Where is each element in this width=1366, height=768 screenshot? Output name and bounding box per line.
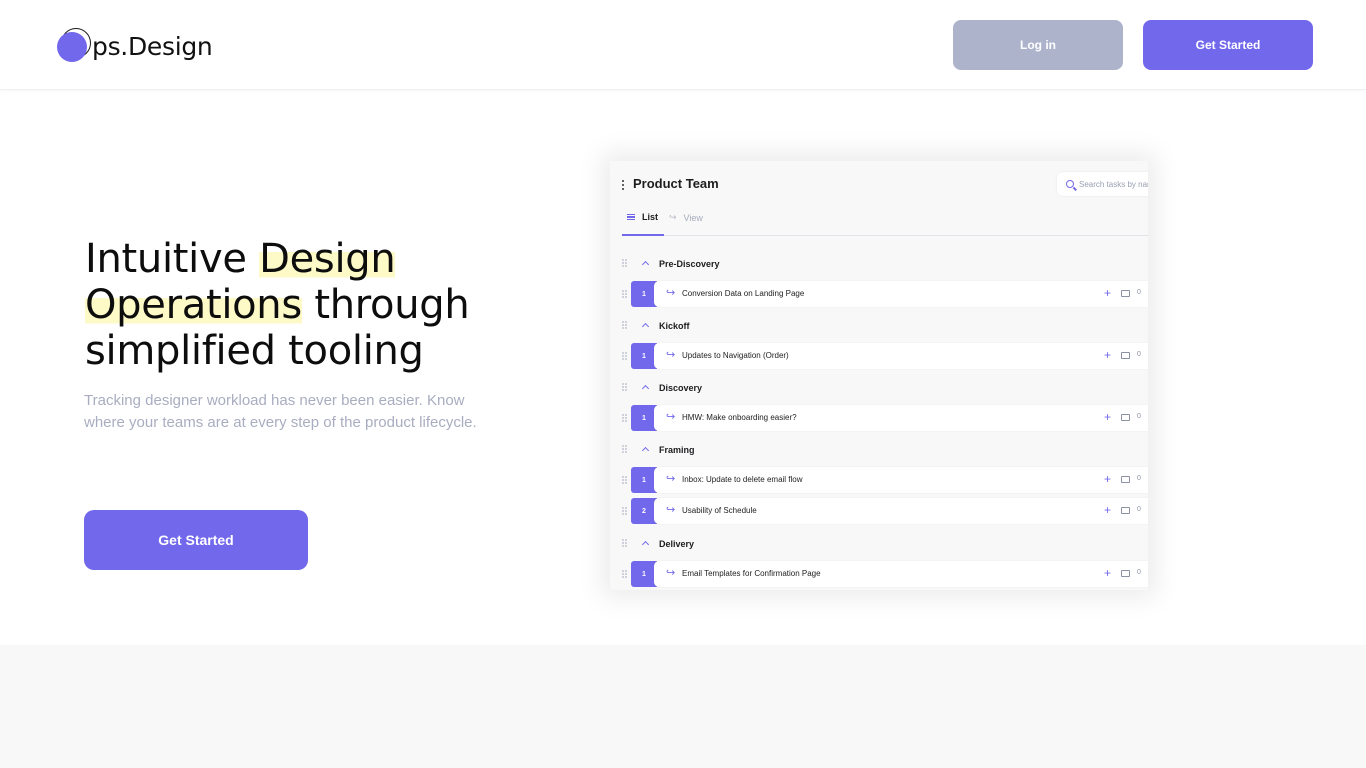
plus-icon: + bbox=[1104, 566, 1112, 580]
comment-icon bbox=[1121, 414, 1130, 421]
task-name: Conversion Data on Landing Page bbox=[682, 289, 805, 298]
logo-mark-icon bbox=[57, 28, 93, 64]
site-header: ps.Design Log in Get Started bbox=[0, 0, 1366, 90]
chevron-up-icon bbox=[641, 384, 650, 393]
preview-search-placeholder: Search tasks by name bbox=[1079, 179, 1148, 189]
task-row: 1 ↪ Updates to Navigation (Order) + 0 bbox=[631, 343, 1148, 369]
redirect-arrow-icon: ↪ bbox=[666, 567, 676, 579]
task-name: HMW: Make onboarding easier? bbox=[682, 413, 797, 422]
app-preview: Product Team Search tasks by name List ↪… bbox=[610, 161, 1148, 590]
comment-icon bbox=[1121, 290, 1130, 297]
task-row: 2 ↪ Usability of Schedule + 0 bbox=[631, 498, 1148, 524]
hero-title-part2: through bbox=[301, 282, 470, 328]
comment-count: 0 bbox=[1137, 569, 1141, 576]
drag-handle-icon bbox=[622, 259, 628, 267]
view-icon: ↪ bbox=[669, 212, 677, 222]
plus-icon: + bbox=[1104, 286, 1112, 300]
login-button[interactable]: Log in bbox=[953, 20, 1123, 70]
comment-icon bbox=[1121, 570, 1130, 577]
hero-title: Intuitive Design Operations through simpli… bbox=[85, 236, 565, 374]
chevron-up-icon bbox=[641, 322, 650, 331]
group-label: Framing bbox=[659, 445, 695, 455]
header-get-started-button[interactable]: Get Started bbox=[1143, 20, 1313, 70]
drag-handle-icon bbox=[622, 445, 628, 453]
task-card: ↪ Inbox: Update to delete email flow + 0 bbox=[654, 467, 1148, 493]
preview-tab-view: ↪ View bbox=[669, 212, 703, 223]
comment-count: 0 bbox=[1137, 351, 1141, 358]
redirect-arrow-icon: ↪ bbox=[666, 504, 676, 516]
drag-handle-icon bbox=[622, 476, 628, 484]
list-icon bbox=[627, 214, 635, 220]
logo-text: ps.Design bbox=[92, 31, 213, 61]
hero-title-part1: Intuitive bbox=[85, 236, 260, 282]
task-name: Inbox: Update to delete email flow bbox=[682, 475, 803, 484]
task-name: Updates to Navigation (Order) bbox=[682, 351, 789, 360]
comment-icon bbox=[1121, 352, 1130, 359]
drag-handle-icon bbox=[622, 414, 628, 422]
comment-icon bbox=[1121, 507, 1130, 514]
preview-team-title: Product Team bbox=[633, 176, 719, 191]
redirect-arrow-icon: ↪ bbox=[666, 287, 676, 299]
task-card: ↪ Usability of Schedule + 0 bbox=[654, 498, 1148, 524]
preview-tabs: List ↪ View bbox=[622, 206, 1148, 236]
comment-count: 0 bbox=[1137, 413, 1141, 420]
hero-title-part3: simplified tooling bbox=[85, 328, 424, 374]
group-label: Pre-Discovery bbox=[659, 259, 720, 269]
task-name: Usability of Schedule bbox=[682, 506, 757, 515]
task-card: ↪ Conversion Data on Landing Page + 0 bbox=[654, 281, 1148, 307]
chevron-up-icon bbox=[641, 260, 650, 269]
comment-count: 0 bbox=[1137, 289, 1141, 296]
drag-handle-icon bbox=[622, 321, 628, 329]
search-icon bbox=[1066, 180, 1074, 188]
hero-get-started-button[interactable]: Get Started bbox=[84, 510, 308, 570]
task-row: 1 ↪ Email Templates for Confirmation Pag… bbox=[631, 561, 1148, 587]
chevron-up-icon bbox=[641, 446, 650, 455]
drag-handle-icon bbox=[622, 507, 628, 515]
logo[interactable]: ps.Design bbox=[57, 28, 213, 64]
plus-icon: + bbox=[1104, 503, 1112, 517]
chevron-up-icon bbox=[641, 540, 650, 549]
drag-handle-icon bbox=[622, 539, 628, 547]
preview-tab-view-label: View bbox=[683, 212, 703, 223]
plus-icon: + bbox=[1104, 472, 1112, 486]
comment-count: 0 bbox=[1137, 475, 1141, 482]
drag-handle-icon bbox=[622, 352, 628, 360]
plus-icon: + bbox=[1104, 348, 1112, 362]
task-name: Email Templates for Confirmation Page bbox=[682, 569, 821, 578]
task-row: 1 ↪ HMW: Make onboarding easier? + 0 bbox=[631, 405, 1148, 431]
task-row: 1 ↪ Conversion Data on Landing Page + 0 bbox=[631, 281, 1148, 307]
preview-search-input: Search tasks by name bbox=[1057, 172, 1148, 196]
next-section-band bbox=[0, 645, 1366, 768]
group-label: Discovery bbox=[659, 383, 703, 393]
preview-tab-list: List bbox=[627, 212, 658, 222]
hero-title-highlight-design: Design bbox=[259, 236, 396, 282]
group-label: Kickoff bbox=[659, 321, 690, 331]
hero-title-highlight-operations: Operations bbox=[85, 282, 302, 328]
group-label: Delivery bbox=[659, 539, 695, 549]
task-row: 1 ↪ Inbox: Update to delete email flow +… bbox=[631, 467, 1148, 493]
comment-count: 0 bbox=[1137, 506, 1141, 513]
comment-icon bbox=[1121, 476, 1130, 483]
task-card: ↪ Updates to Navigation (Order) + 0 bbox=[654, 343, 1148, 369]
kebab-menu-icon bbox=[622, 180, 624, 190]
hero-subtitle: Tracking designer workload has never bee… bbox=[84, 392, 477, 431]
active-tab-indicator bbox=[622, 234, 664, 236]
drag-handle-icon bbox=[622, 570, 628, 578]
task-card: ↪ Email Templates for Confirmation Page … bbox=[654, 561, 1148, 587]
task-card: ↪ HMW: Make onboarding easier? + 0 bbox=[654, 405, 1148, 431]
preview-tab-list-label: List bbox=[642, 212, 659, 222]
plus-icon: + bbox=[1104, 410, 1112, 424]
drag-handle-icon bbox=[622, 383, 628, 391]
redirect-arrow-icon: ↪ bbox=[666, 411, 676, 423]
drag-handle-icon bbox=[622, 290, 628, 298]
redirect-arrow-icon: ↪ bbox=[666, 473, 676, 485]
redirect-arrow-icon: ↪ bbox=[666, 349, 676, 361]
